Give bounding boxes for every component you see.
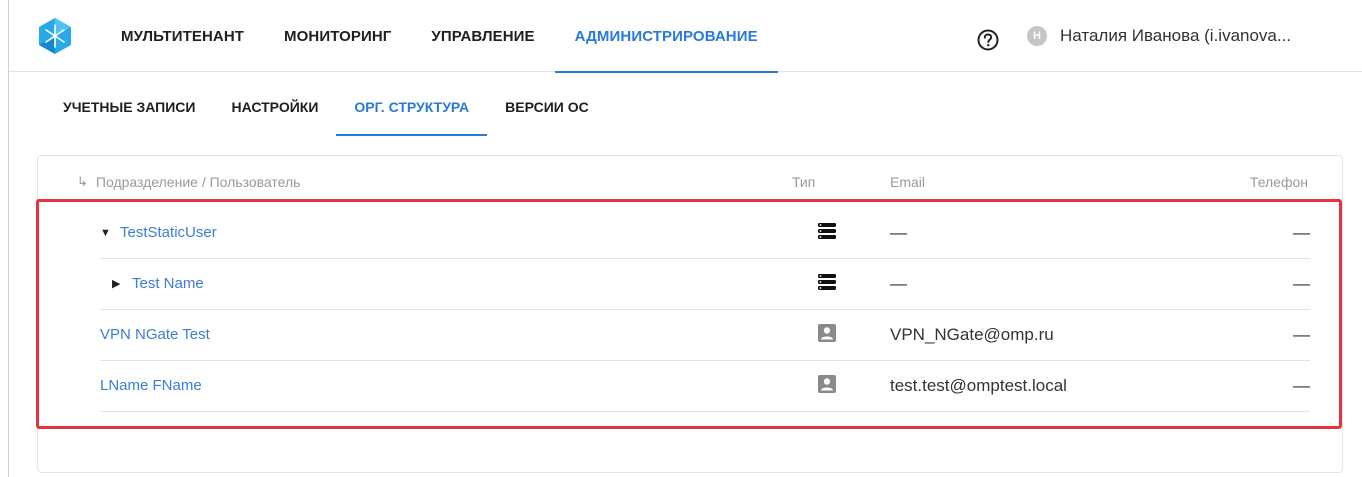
sub-nav: УЧЕТНЫЕ ЗАПИСИ НАСТРОЙКИ ОРГ. СТРУКТУРА … [45,78,607,136]
row-phone: — [1293,274,1310,293]
tab-os-versions[interactable]: ВЕРСИИ ОС [487,78,607,136]
row-name-label[interactable]: LName FName [100,377,202,394]
column-header-phone[interactable]: Телефон [1250,174,1308,190]
row-name-label[interactable]: Test Name [132,275,204,292]
list-icon [818,274,836,290]
table-row[interactable]: LName FName test.test@omptest.local — [100,361,1310,412]
top-bar: МУЛЬТИТЕНАНТ МОНИТОРИНГ УПРАВЛЕНИЕ АДМИН… [9,0,1362,73]
user-name: Наталия Иванова (i.ivanova... [1060,26,1292,45]
row-name[interactable]: ▶ Test Name [112,275,204,292]
table-header: ↳ Подразделение / Пользователь Тип Email… [38,156,1342,208]
tab-monitoring[interactable]: МОНИТОРИНГ [264,0,411,72]
org-structure-table: ↳ Подразделение / Пользователь Тип Email… [37,155,1343,473]
app-logo[interactable] [37,17,73,55]
row-name[interactable]: VPN NGate Test [100,326,210,343]
tab-accounts[interactable]: УЧЕТНЫЕ ЗАПИСИ [45,78,213,136]
row-name-label[interactable]: VPN NGate Test [100,326,210,343]
caret-right-icon[interactable]: ▶ [112,277,122,290]
user-menu[interactable]: Н Наталия Иванова (i.ivanova... [1027,26,1291,46]
column-header-email[interactable]: Email [890,174,925,190]
question-circle-icon[interactable] [977,29,999,51]
table-row[interactable]: ▼ TestStaticUser — — [100,208,1310,259]
tab-management[interactable]: УПРАВЛЕНИЕ [411,0,554,72]
column-header-name[interactable]: ↳ Подразделение / Пользователь [77,174,300,190]
row-name[interactable]: ▼ TestStaticUser [100,224,217,241]
row-name[interactable]: LName FName [100,377,202,394]
tab-administration[interactable]: АДМИНИСТРИРОВАНИЕ [554,0,778,73]
top-nav: МУЛЬТИТЕНАНТ МОНИТОРИНГ УПРАВЛЕНИЕ АДМИН… [101,0,778,73]
row-email: — [890,223,907,242]
table-row[interactable]: VPN NGate Test VPN_NGate@omp.ru — [100,310,1310,361]
row-phone: — [1293,223,1310,242]
avatar: Н [1027,26,1047,46]
row-name-label[interactable]: TestStaticUser [120,224,217,241]
tab-multitenant[interactable]: МУЛЬТИТЕНАНТ [101,0,264,72]
user-card-icon [818,375,836,393]
row-phone: — [1293,325,1310,344]
row-email: test.test@omptest.local [890,376,1067,395]
tab-settings[interactable]: НАСТРОЙКИ [213,78,336,136]
list-icon [818,223,836,239]
subdirectory-arrow-icon: ↳ [77,174,88,189]
user-card-icon [818,324,836,342]
row-email: — [890,274,907,293]
table-row[interactable]: ▶ Test Name — — [100,259,1310,310]
row-phone: — [1293,376,1310,395]
row-email: VPN_NGate@omp.ru [890,325,1054,344]
tab-org-structure[interactable]: ОРГ. СТРУКТУРА [336,78,487,136]
caret-down-icon[interactable]: ▼ [100,227,111,239]
app-frame: МУЛЬТИТЕНАНТ МОНИТОРИНГ УПРАВЛЕНИЕ АДМИН… [8,0,1362,477]
column-header-type[interactable]: Тип [792,174,815,190]
